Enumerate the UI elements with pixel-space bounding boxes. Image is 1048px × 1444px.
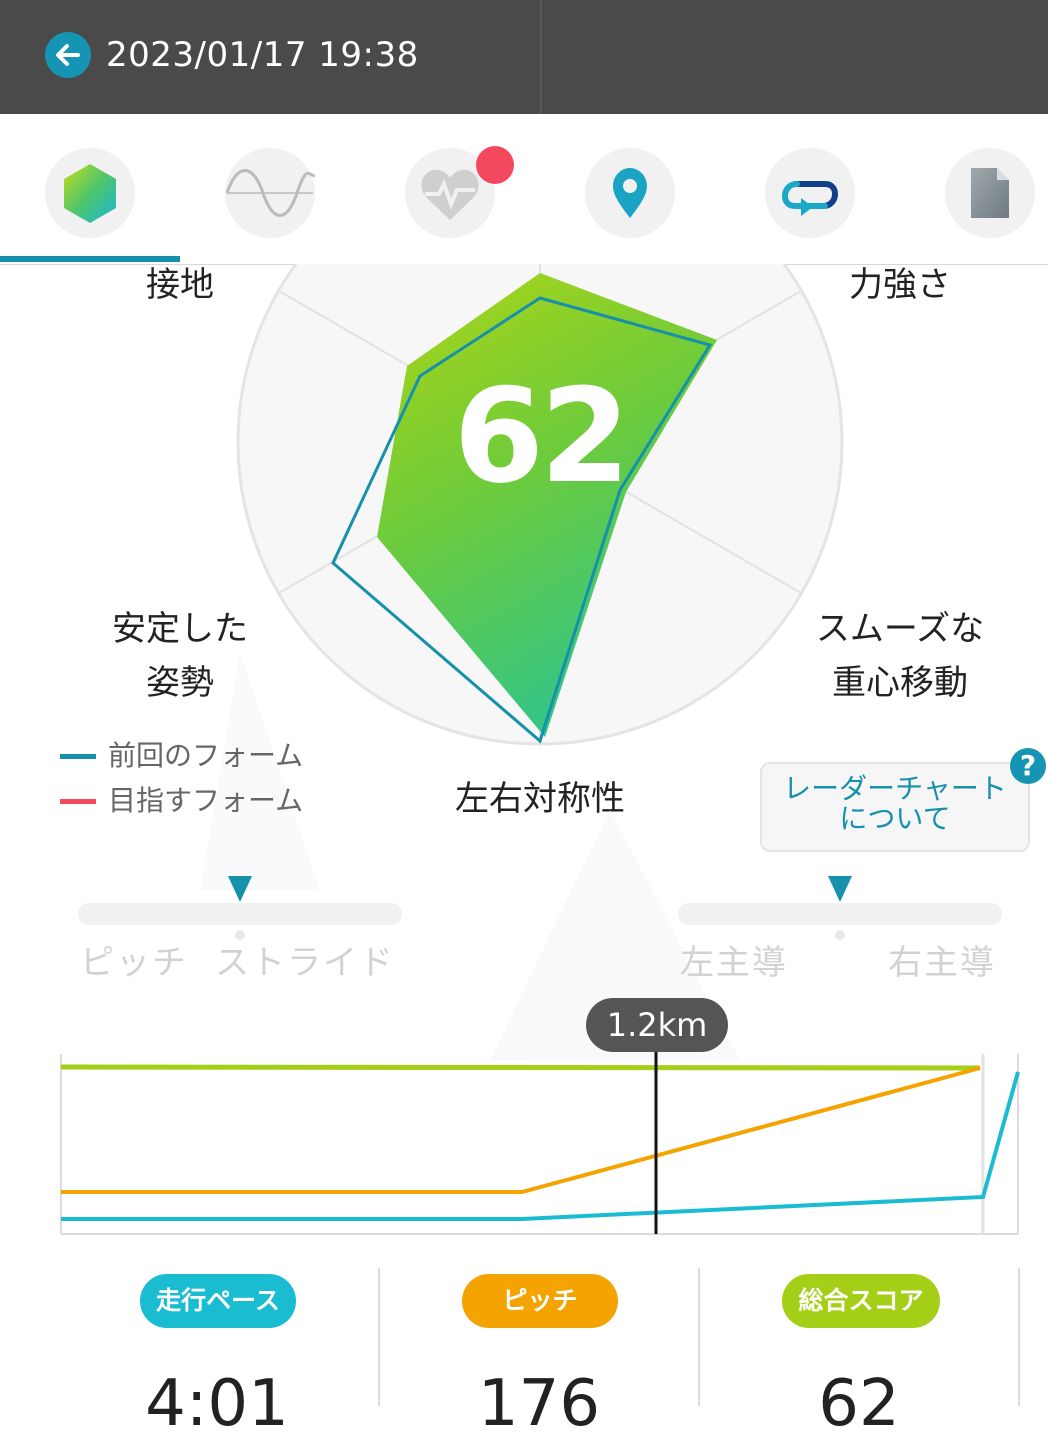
about-line-1: レーダーチャート: [783, 772, 1007, 805]
about-line-2: について: [839, 802, 951, 835]
app-header: 2023/01/17 19:38: [0, 0, 1048, 114]
tab-document[interactable]: [945, 148, 1035, 238]
metric-pitch-value: 176: [477, 1367, 601, 1441]
axis-label-power: 力強さ: [849, 265, 951, 305]
tab-location[interactable]: [585, 148, 675, 238]
slider-pitch-stride: [78, 903, 402, 925]
metric-total-score: 総合スコア 62: [700, 1268, 1018, 1441]
distance-marker-label: 1.2km: [586, 998, 728, 1052]
slider-label-pitch: ピッチ: [80, 943, 188, 983]
metric-total-score-value: 62: [818, 1367, 900, 1441]
slider-label-right-lead: 右主導: [888, 943, 996, 983]
tab-loop[interactable]: [765, 148, 855, 238]
slider-label-left-lead: 左主導: [680, 943, 788, 983]
series-pace: [61, 1071, 1020, 1221]
series-total-score: [60, 1064, 981, 1071]
loop-icon: [781, 181, 839, 216]
tab-wave[interactable]: [225, 148, 315, 238]
metric-pace-pill[interactable]: 走行ペース: [140, 1274, 296, 1328]
hexagon-score-icon: [64, 164, 116, 223]
tab-bar: [0, 114, 1048, 265]
legend-swatch-target: [60, 799, 96, 804]
radar-score: 62: [453, 360, 631, 512]
legend-label-target: 目指すフォーム: [108, 784, 304, 817]
metric-pace-value: 4:01: [145, 1367, 289, 1441]
slider-center-dot: [835, 930, 845, 940]
legend-swatch-previous: [60, 754, 96, 759]
help-icon[interactable]: ?: [1010, 748, 1046, 784]
slider-left-right: [678, 903, 1002, 925]
metric-pitch: ピッチ 176: [380, 1268, 698, 1441]
arrow-left-icon: [56, 44, 80, 66]
header-divider: [540, 0, 542, 114]
series-pitch: [61, 1066, 981, 1194]
slider-marker-pitch-stride: [228, 876, 252, 902]
document-icon: [971, 168, 1009, 218]
legend-label-previous: 前回のフォーム: [108, 739, 304, 772]
slider-label-stride: ストライド: [215, 943, 395, 983]
notification-badge: [476, 146, 514, 184]
location-pin-icon: [613, 168, 647, 218]
metric-divider: [1018, 1268, 1020, 1406]
metric-pitch-pill[interactable]: ピッチ: [462, 1274, 618, 1328]
axis-label-contact: 接地: [146, 265, 214, 305]
about-radar-chart-button[interactable]: レーダーチャート について: [760, 762, 1030, 852]
trend-chart: [60, 1052, 1020, 1235]
metric-pace: 走行ペース 4:01: [58, 1268, 376, 1441]
back-button[interactable]: [45, 32, 91, 78]
slider-marker-left-right: [828, 876, 852, 902]
page-title: 2023/01/17 19:38: [106, 35, 419, 75]
wave-icon: [225, 169, 315, 217]
tab-score[interactable]: [45, 148, 135, 238]
metric-total-score-pill[interactable]: 総合スコア: [782, 1274, 940, 1328]
